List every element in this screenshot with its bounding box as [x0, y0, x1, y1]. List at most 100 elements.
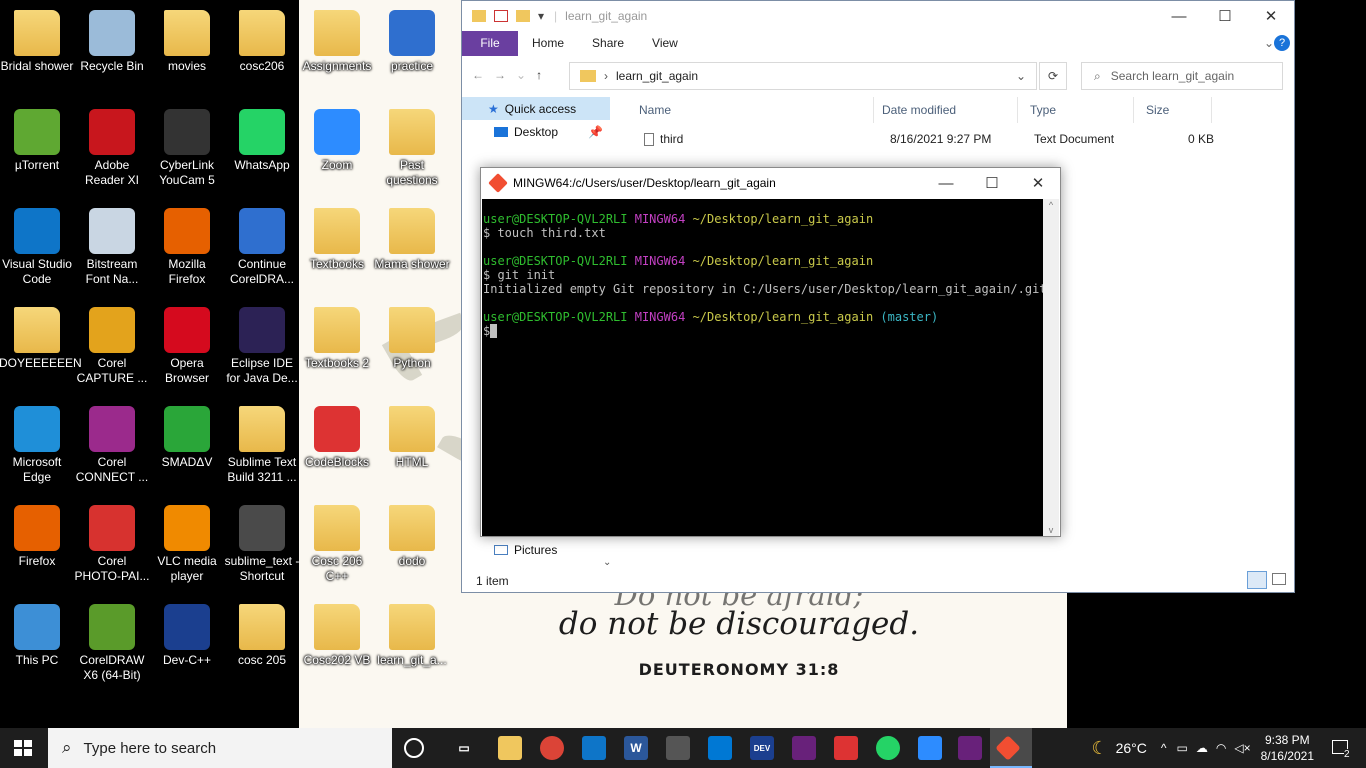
column-date-modified[interactable]: Date modified	[874, 97, 1018, 123]
desktop-icon-item[interactable]: Assignments	[299, 10, 375, 74]
minimize-button[interactable]: —	[1156, 1, 1202, 31]
start-button[interactable]	[14, 740, 32, 756]
desktop-icon-item[interactable]: cosc 205	[224, 604, 300, 668]
desktop-icon-item[interactable]: Corel PHOTO-PAI...	[74, 505, 150, 584]
nav-quick-access[interactable]: ★ Quick access	[462, 97, 610, 120]
desktop-icon-item[interactable]: Microsoft Edge	[0, 406, 75, 485]
desktop-icon-item[interactable]: CodeBlocks	[299, 406, 375, 470]
large-icons-view-icon[interactable]	[1272, 573, 1286, 585]
help-icon[interactable]: ?	[1274, 35, 1290, 51]
close-button[interactable]: ✕	[1248, 1, 1294, 31]
taskbar-search-box[interactable]: ⌕ Type here to search	[48, 728, 392, 768]
devcpp-taskbar-icon[interactable]: DEV	[750, 736, 774, 760]
desktop-icon-item[interactable]: CorelDRAW X6 (64-Bit)	[74, 604, 150, 683]
wifi-icon[interactable]: ◠	[1216, 741, 1226, 755]
volume-icon[interactable]: ◁×	[1234, 741, 1250, 755]
terminal-scrollbar[interactable]: ^ v	[1043, 199, 1059, 536]
clock[interactable]: 9:38 PM 8/16/2021	[1261, 732, 1314, 764]
store-taskbar-icon[interactable]	[666, 736, 690, 760]
desktop-icon-item[interactable]: practice	[374, 10, 450, 74]
desktop-icon-item[interactable]: CyberLink YouCam 5	[149, 109, 225, 188]
mail-taskbar-icon[interactable]	[708, 736, 732, 760]
scroll-down-icon[interactable]: ⌄	[603, 557, 611, 568]
vscode-taskbar-icon[interactable]	[582, 736, 606, 760]
word-taskbar-icon[interactable]: W	[624, 736, 648, 760]
refresh-button[interactable]: ⟳	[1039, 62, 1067, 90]
properties-icon[interactable]	[494, 10, 508, 22]
desktop-icon-item[interactable]: Corel CONNECT ...	[74, 406, 150, 485]
forward-icon[interactable]: →	[494, 68, 506, 82]
codeblocks-taskbar-icon[interactable]	[834, 736, 858, 760]
desktop-icon-item[interactable]: VLC media player	[149, 505, 225, 584]
desktop-icon-item[interactable]: Sublime Text Build 3211 ...	[224, 406, 300, 485]
notifications-button[interactable]: 2	[1326, 728, 1356, 768]
terminal-maximize-button[interactable]: ☐	[969, 168, 1015, 198]
zoom-taskbar-icon[interactable]	[918, 736, 942, 760]
tab-share[interactable]: Share	[578, 31, 638, 56]
desktop-icon-item[interactable]: This PC	[0, 604, 75, 668]
onedrive-icon[interactable]: ☁	[1196, 741, 1208, 755]
column-type[interactable]: Type	[1018, 97, 1134, 123]
desktop-icon-item[interactable]: Textbooks	[299, 208, 375, 272]
visual-studio-taskbar-icon[interactable]	[792, 736, 816, 760]
nav-pictures[interactable]: Pictures	[462, 538, 557, 561]
search-input[interactable]: ⌕ Search learn_git_again	[1081, 62, 1283, 90]
column-size[interactable]: Size	[1134, 97, 1212, 123]
desktop-icon-item[interactable]: Python	[374, 307, 450, 371]
maximize-button[interactable]: ☐	[1202, 1, 1248, 31]
battery-icon[interactable]: ▭	[1177, 741, 1188, 755]
desktop-icon-item[interactable]: DOYEEEEEEN	[0, 307, 82, 371]
desktop-icon-item[interactable]: Dev-C++	[149, 604, 225, 668]
desktop-icon-item[interactable]: Opera Browser	[149, 307, 225, 386]
desktop-icon-item[interactable]: Cosc202 VB	[299, 604, 375, 668]
desktop-icon-item[interactable]: Mama shower	[374, 208, 450, 272]
visual-studio-taskbar-icon[interactable]	[958, 736, 982, 760]
tab-view[interactable]: View	[638, 31, 692, 56]
whatsapp-taskbar-icon[interactable]	[876, 736, 900, 760]
address-dropdown-icon[interactable]: ⌄	[1016, 69, 1026, 83]
desktop-icon-item[interactable]: Mozilla Firefox	[149, 208, 225, 287]
recent-icon[interactable]: ⌄	[516, 68, 526, 82]
chevron-down-icon[interactable]: ▾	[538, 9, 544, 23]
desktop-icon-item[interactable]: Zoom	[299, 109, 375, 173]
git-bash-window[interactable]: MINGW64:/c/Users/user/Desktop/learn_git_…	[480, 167, 1061, 537]
desktop-icon-item[interactable]: Continue CorelDRA...	[224, 208, 300, 287]
cortana-icon[interactable]	[404, 738, 424, 758]
desktop-icon-item[interactable]: Eclipse IDE for Java De...	[224, 307, 300, 386]
terminal-minimize-button[interactable]: —	[923, 168, 969, 198]
desktop-icon-item[interactable]: sublime_text - Shortcut	[224, 505, 300, 584]
tab-home[interactable]: Home	[518, 31, 578, 56]
desktop-icon-item[interactable]: Cosc 206 C++	[299, 505, 375, 584]
desktop-icon-item[interactable]: Textbooks 2	[299, 307, 375, 371]
terminal-output[interactable]: user@DESKTOP-QVL2RLI MINGW64 ~/Desktop/l…	[482, 199, 1044, 536]
new-folder-icon[interactable]	[516, 10, 530, 22]
desktop-icon-item[interactable]: Recycle Bin	[74, 10, 150, 74]
task-view-icon[interactable]: ▭	[452, 736, 476, 760]
file-explorer-taskbar-icon[interactable]	[498, 736, 522, 760]
terminal-close-button[interactable]: ✕	[1015, 168, 1061, 198]
desktop-icon-item[interactable]: Adobe Reader XI	[74, 109, 150, 188]
desktop-icon-item[interactable]: Past questions	[374, 109, 450, 188]
back-icon[interactable]: ←	[472, 68, 484, 82]
desktop-icon-item[interactable]: WhatsApp	[224, 109, 300, 173]
column-name[interactable]: Name	[622, 97, 874, 123]
desktop-icon-item[interactable]: movies	[149, 10, 225, 74]
file-row[interactable]: third 8/16/2021 9:27 PM Text Document 0 …	[622, 128, 1214, 150]
desktop-icon-item[interactable]: SMADΔV	[149, 406, 225, 470]
desktop-icon-item[interactable]: cosc206	[224, 10, 300, 74]
desktop-icon-item[interactable]: Bitstream Font Na...	[74, 208, 150, 287]
desktop-icon-item[interactable]: dodo	[374, 505, 450, 569]
desktop-icon-item[interactable]: µTorrent	[0, 109, 75, 173]
desktop-icon-item[interactable]: Visual Studio Code	[0, 208, 75, 287]
nav-desktop[interactable]: Desktop 📌	[462, 120, 610, 143]
address-bar[interactable]: › learn_git_again ⌄	[569, 62, 1037, 90]
desktop-icon-item[interactable]: Firefox	[0, 505, 75, 569]
show-hidden-icons-icon[interactable]: ^	[1161, 741, 1167, 755]
desktop-icon-item[interactable]: HTML	[374, 406, 450, 470]
temperature[interactable]: 26°C	[1116, 740, 1147, 756]
desktop-icon-item[interactable]: Bridal shower	[0, 10, 75, 74]
tab-file[interactable]: File	[462, 31, 518, 56]
git-bash-taskbar-item[interactable]	[990, 728, 1032, 768]
desktop-icon-item[interactable]: Corel CAPTURE ...	[74, 307, 150, 386]
desktop-icon-item[interactable]: learn_git_a...	[374, 604, 450, 668]
